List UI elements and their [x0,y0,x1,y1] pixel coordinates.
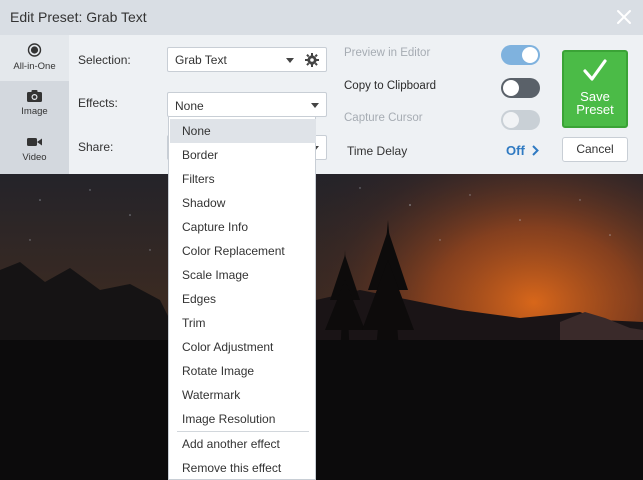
menu-item-trim[interactable]: Trim [170,311,316,335]
toggle-knob [522,47,538,63]
chevron-down-icon [286,58,294,63]
menu-item-filters[interactable]: Filters [170,167,316,191]
save-preset-button[interactable]: Save Preset [562,50,628,128]
save-preset-label: Save Preset [564,90,626,116]
menu-item-add-another-effect[interactable]: Add another effect [170,432,316,456]
effects-value: None [175,99,204,113]
checkmark-icon [583,59,607,81]
cancel-button[interactable]: Cancel [562,137,628,162]
video-camera-icon [27,138,42,146]
preview-in-editor-toggle[interactable] [501,45,540,65]
menu-item-image-resolution[interactable]: Image Resolution [170,407,316,431]
capture-cursor-toggle[interactable] [501,110,540,130]
menu-item-shadow[interactable]: Shadow [170,191,316,215]
save-label-line-2: Preset [576,102,614,117]
menu-item-color-adjustment[interactable]: Color Adjustment [170,335,316,359]
toggle-knob [503,80,519,96]
copy-to-clipboard-label: Copy to Clipboard [344,80,437,92]
menu-item-color-replacement[interactable]: Color Replacement [170,239,316,263]
menu-item-rotate-image[interactable]: Rotate Image [170,359,316,383]
dialog-title: Edit Preset: Grab Text [10,9,147,25]
time-delay-value-text: Off [506,143,525,158]
menu-item-remove-this-effect[interactable]: Remove this effect [170,456,316,480]
toggle-knob [503,112,519,128]
menu-item-capture-info[interactable]: Capture Info [170,215,316,239]
copy-to-clipboard-toggle[interactable] [501,78,540,98]
time-delay-label: Time Delay [347,144,408,158]
selection-dropdown[interactable]: Grab Text [167,47,327,72]
sidebar-item-label: Video [22,152,47,163]
capture-mode-sidebar: All-in-One Image Video [0,35,69,174]
menu-item-none[interactable]: None [170,119,316,143]
capture-cursor-label: Capture Cursor [344,112,423,124]
circle-icon [27,43,42,57]
preview-in-editor-label: Preview in Editor [344,47,431,59]
effects-dropdown[interactable]: None [167,92,327,117]
chevron-right-icon [532,145,540,156]
camera-icon [27,90,42,102]
sidebar-item-all-in-one[interactable]: All-in-One [0,35,69,81]
chevron-down-icon [311,103,319,108]
effects-menu: None Border Filters Shadow Capture Info … [168,117,316,480]
sidebar-item-label: Image [21,106,48,117]
selection-value: Grab Text [175,53,227,67]
title-bar: Edit Preset: Grab Text [0,0,643,35]
menu-item-scale-image[interactable]: Scale Image [170,263,316,287]
time-delay-value[interactable]: Off [506,143,540,158]
menu-item-edges[interactable]: Edges [170,287,316,311]
sidebar-item-video[interactable]: Video [0,127,69,173]
gear-icon[interactable] [305,53,319,67]
selection-label: Selection: [78,53,131,67]
sidebar-item-image[interactable]: Image [0,81,69,127]
menu-item-border[interactable]: Border [170,143,316,167]
effects-label: Effects: [78,96,118,110]
menu-item-watermark[interactable]: Watermark [170,383,316,407]
share-label: Share: [78,140,114,154]
edit-preset-dialog: Edit Preset: Grab Text All-in-One Image [0,0,643,174]
sidebar-item-label: All-in-One [13,61,56,72]
close-icon[interactable] [614,7,634,27]
